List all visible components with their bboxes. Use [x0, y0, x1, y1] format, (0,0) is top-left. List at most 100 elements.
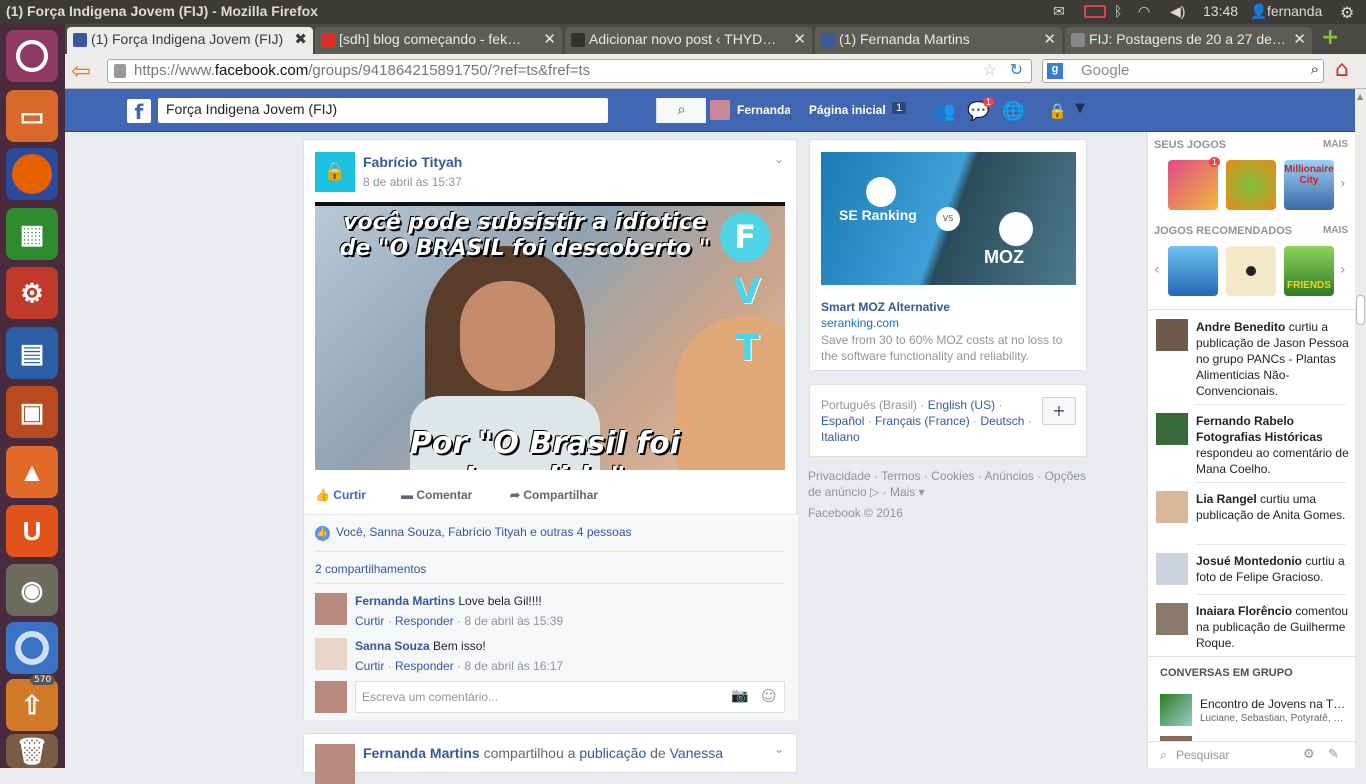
tab-forca-indigena[interactable]: (1) Força Indigena Jovem (FIJ) ✖ [67, 27, 313, 54]
footer-link[interactable]: Privacidade [808, 469, 871, 483]
comment-avatar[interactable] [315, 593, 347, 625]
close-tab-icon[interactable]: ✖ [294, 30, 307, 48]
game-millionaire-city[interactable]: Millionaire City [1284, 160, 1334, 210]
mail-icon[interactable]: ✉ [1053, 3, 1065, 20]
post2-object-link[interactable]: publicação [579, 745, 646, 761]
home-icon[interactable]: ⌂ [1335, 57, 1349, 82]
clock[interactable]: 13:48 [1203, 3, 1238, 19]
comment-like-link[interactable]: Curtir [355, 614, 384, 628]
search-icon[interactable]: ⌕ [1311, 61, 1319, 78]
close-tab-icon[interactable]: ✕ [543, 30, 556, 48]
notifications-globe-icon[interactable]: 🌐 [1002, 101, 1024, 122]
add-language-button[interactable]: + [1042, 397, 1076, 425]
activity-item[interactable]: Inaiara Florêncio comentou na publicação… [1156, 603, 1351, 651]
close-tab-icon[interactable]: ✕ [1293, 30, 1306, 48]
files-icon[interactable]: ▭ [6, 90, 58, 142]
more-recommended-link[interactable]: MAIS [1323, 225, 1348, 236]
likes-summary[interactable]: Você, Sanna Souza, Fabrício Tityah e out… [336, 525, 632, 539]
chat-search-input[interactable]: Pesquisar [1176, 748, 1229, 762]
tab-sdh-blog[interactable]: [sdh] blog começando - fek… ✕ [315, 27, 562, 54]
tab-fij-postagens[interactable]: FIJ: Postagens de 20 a 27 de… ✕ [1065, 27, 1312, 54]
like-button[interactable]: 👍 Curtir [315, 488, 366, 502]
more-games-link[interactable]: MAIS [1323, 139, 1348, 150]
page-scrollbar[interactable]: ▲ [1355, 89, 1366, 768]
home-link[interactable]: Página inicial [809, 103, 886, 117]
gimp-icon[interactable]: ◉ [6, 564, 58, 616]
scrollbar-thumb[interactable] [1356, 295, 1365, 325]
writer-document-icon[interactable]: ▤ [6, 327, 58, 379]
profile-link[interactable]: Fernanda [737, 103, 791, 117]
comment-avatar[interactable] [315, 638, 347, 670]
next-chevron-icon[interactable]: › [1340, 262, 1346, 278]
comment-author[interactable]: Sanna Souza [355, 639, 430, 653]
facebook-logo-icon[interactable]: f [127, 99, 151, 124]
footer-link[interactable]: Cookies [931, 469, 974, 483]
activity-item[interactable]: Fernando Rabelo Fotografias Históricas r… [1156, 413, 1351, 477]
group-chat-avatar[interactable] [1160, 694, 1192, 726]
camera-icon[interactable]: 📷 [731, 688, 748, 704]
calc-spreadsheet-icon[interactable]: ▦ [6, 208, 58, 260]
game-frozen[interactable] [1168, 246, 1218, 296]
search-button[interactable]: ⌕ [656, 98, 706, 123]
system-settings-icon[interactable]: ⚙ [6, 267, 58, 319]
profile-avatar[interactable] [710, 100, 730, 120]
post-options-chevron-icon[interactable]: ⌄ [774, 742, 784, 756]
tab-fernanda-martins[interactable]: (1) Fernanda Martins ✕ [815, 27, 1062, 54]
facebook-search-input[interactable]: Força Indigena Jovem (FIJ) ⌕ [158, 98, 706, 123]
ad-domain[interactable]: seranking.com [821, 316, 899, 330]
game-candy-crush[interactable] [1168, 160, 1218, 210]
game-clock[interactable] [1226, 246, 1276, 296]
language-link[interactable]: Italiano [821, 430, 860, 444]
close-tab-icon[interactable]: ✕ [793, 30, 806, 48]
game-green-monster[interactable] [1226, 160, 1276, 210]
post-image[interactable]: você pode subsistir a idiotice de "O BRA… [315, 202, 785, 470]
settings-gear-icon[interactable]: ⚙ [1340, 3, 1354, 23]
chat-settings-gear-icon[interactable]: ⚙ [1303, 746, 1315, 762]
ad-image[interactable]: SE Ranking VS MOZ [821, 152, 1076, 285]
ad-title[interactable]: Smart MOZ Alternative [821, 300, 950, 314]
post-date[interactable]: 8 de abril às 15:37 [363, 175, 462, 189]
comment-input[interactable]: Escreva um comentário... 📷 ☺ [355, 681, 785, 713]
tab-adicionar-post[interactable]: Adicionar novo post ‹ THYD… ✕ [565, 27, 812, 54]
footer-link[interactable]: Anúncios [985, 469, 1034, 483]
activity-item[interactable]: Lia Rangel curtiu uma publicação de Anit… [1156, 491, 1351, 523]
comment-reply-link[interactable]: Responder [395, 614, 454, 628]
comment-time[interactable]: 8 de abril às 16:17 [464, 659, 563, 673]
bluetooth-icon[interactable]: ᛒ [1114, 3, 1122, 19]
firefox-icon[interactable] [6, 148, 58, 200]
language-link[interactable]: Español [821, 414, 864, 428]
scroll-up-icon[interactable]: ▲ [1357, 92, 1363, 101]
comment-time[interactable]: 8 de abril às 15:39 [464, 614, 563, 628]
ubuntu-one-icon[interactable]: U [6, 505, 58, 557]
activity-item[interactable]: Andre Benedito curtiu a publicação de Ja… [1156, 319, 1351, 399]
post-author[interactable]: Fabrício Tityah [363, 154, 462, 170]
game-angry-birds-friends[interactable]: FRIENDS [1284, 246, 1334, 296]
close-tab-icon[interactable]: ✕ [1043, 30, 1056, 48]
activity-item[interactable]: Josué Montedonio curtiu a foto de Felipe… [1156, 553, 1351, 585]
volume-icon[interactable]: ◀) [1170, 3, 1185, 20]
software-center-icon[interactable]: ▲ [6, 446, 58, 498]
chromium-icon[interactable] [6, 622, 58, 674]
back-arrow-icon[interactable]: ⇦ [71, 57, 91, 85]
web-search-box[interactable]: g Google ⌕ [1042, 59, 1324, 83]
language-link[interactable]: Deutsch [980, 414, 1024, 428]
post2-author[interactable]: Fernanda Martins [363, 745, 480, 761]
trash-icon[interactable]: 🗑 [6, 734, 58, 768]
reload-icon[interactable]: ↻ [1010, 60, 1023, 80]
user-name[interactable]: fernanda [1267, 3, 1322, 19]
impress-presentation-icon[interactable]: ▣ [6, 386, 58, 438]
next-chevron-icon[interactable]: › [1340, 176, 1346, 192]
shares-count[interactable]: 2 compartilhamentos [315, 562, 426, 576]
comment-button[interactable]: ▬ Comentar [401, 488, 472, 502]
privacy-shortcuts-icon[interactable]: 🔒 [1048, 102, 1067, 120]
user-icon[interactable]: 👤 [1250, 3, 1267, 20]
account-menu-chevron-icon[interactable]: ▼ [1075, 101, 1085, 116]
language-link[interactable]: English (US) [928, 398, 995, 412]
battery-icon[interactable] [1084, 5, 1106, 18]
friend-requests-icon[interactable]: 👥 [933, 101, 955, 122]
comment-author[interactable]: Fernanda Martins [355, 594, 455, 608]
new-message-icon[interactable]: ✎ [1328, 746, 1339, 762]
share-button[interactable]: ➦ Compartilhar [510, 488, 598, 502]
language-link[interactable]: Français (France) [875, 414, 970, 428]
dash-home-icon[interactable] [6, 30, 58, 82]
